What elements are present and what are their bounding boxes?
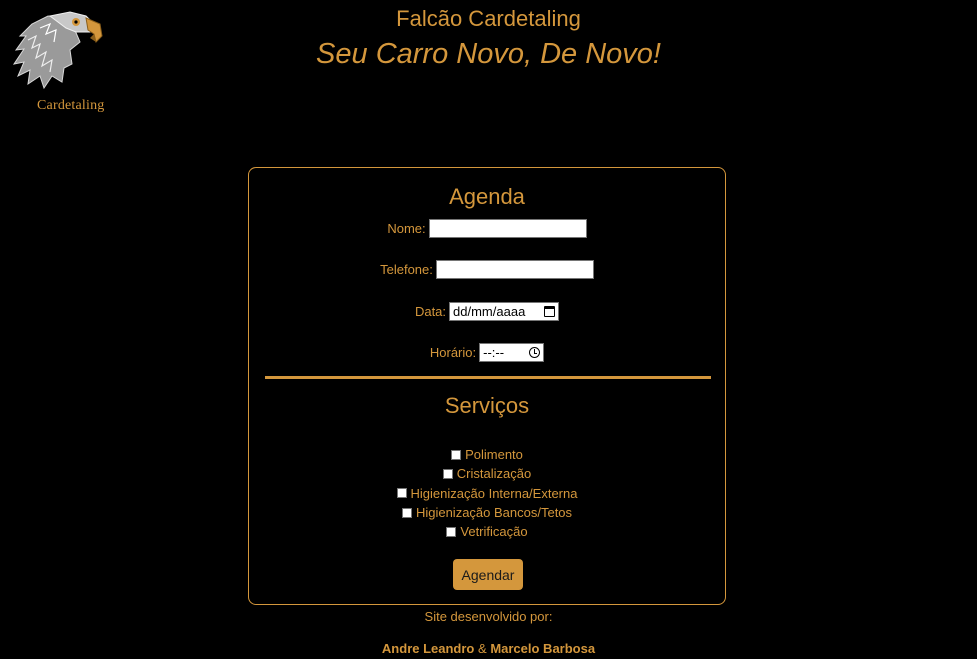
logo-wordmark: Cardetaling [37,98,105,113]
time-input[interactable]: --:-- [479,343,545,362]
date-placeholder: dd/mm/aaaa [453,304,526,319]
vetrificacao-checkbox[interactable] [446,526,457,537]
footer-authors: Andre Leandro & Marcelo Barbosa [0,641,977,656]
nome-row: Nome: [249,219,725,238]
higienizacao-interna-checkbox[interactable] [396,488,407,499]
time-placeholder: --:-- [483,345,505,360]
author-separator: & [478,641,487,656]
horario-label: Horário: [429,345,477,360]
data-row: Data: dd/mm/aaaa [249,302,725,321]
services-list: Polimento Cristalização Higienização Int… [249,445,725,541]
data-label: Data: [414,304,447,319]
service-item-higienizacao-interna[interactable]: Higienização Interna/Externa [249,484,725,503]
author-name: Andre Leandro [381,641,475,656]
nome-label: Nome: [387,221,426,236]
service-item-polimento[interactable]: Polimento [249,445,725,464]
service-label: Vetrificação [460,524,528,540]
page: Cardetaling Falcão Cardetaling Seu Carro… [0,0,977,659]
agendar-button[interactable]: Agendar [453,559,523,590]
site-title: Falcão Cardetaling [396,6,581,31]
service-item-vetrificacao[interactable]: Vetrificação [249,522,725,541]
higienizacao-bancos-checkbox[interactable] [401,507,412,518]
service-label: Cristalização [456,466,532,482]
service-label: Higienização Interna/Externa [410,485,578,501]
service-label: Polimento [465,447,523,463]
site-slogan: Seu Carro Novo, De Novo! [316,38,661,70]
nome-input[interactable] [428,219,587,238]
date-input[interactable]: dd/mm/aaaa [449,302,560,321]
agenda-heading: Agenda [449,184,525,209]
servicos-heading: Serviços [444,393,530,418]
polimento-checkbox[interactable] [451,449,462,460]
telefone-input[interactable] [435,260,594,279]
booking-form: Agenda Nome: Telefone: Data: dd/mm/aaaa … [248,167,726,605]
section-divider [265,376,711,379]
telefone-label: Telefone: [380,262,433,277]
calendar-icon[interactable] [544,306,556,317]
service-label: Higienização Bancos/Tetos [415,505,573,521]
cristalizacao-checkbox[interactable] [442,468,453,479]
clock-icon[interactable] [529,347,541,358]
author-name: Marcelo Barbosa [490,641,596,656]
service-item-cristalizacao[interactable]: Cristalização [249,464,725,483]
telefone-row: Telefone: [249,260,725,279]
horario-row: Horário: --:-- [249,343,725,362]
footer-credit: Site desenvolvido por: [424,609,553,624]
service-item-higienizacao-bancos[interactable]: Higienização Bancos/Tetos [249,503,725,522]
